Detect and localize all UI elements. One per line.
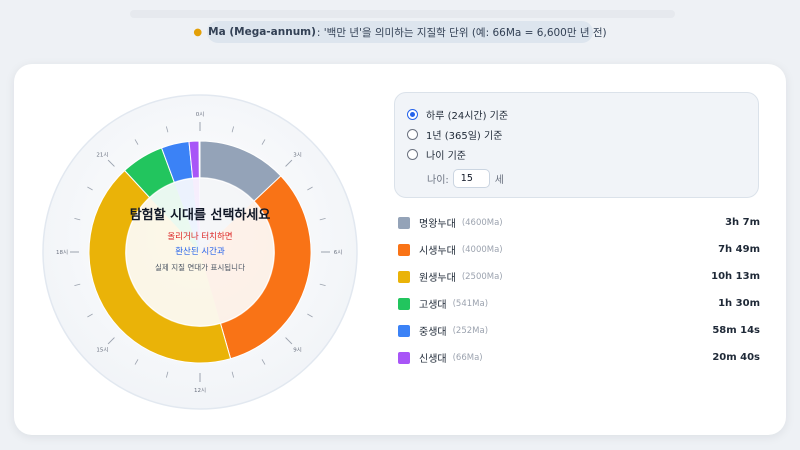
era-swatch [398,216,410,229]
era-ma: (4600Ma) [461,217,503,228]
era-name: 중생대 [419,327,447,338]
era-swatch [398,243,410,256]
dial-hour-label: 6시 [334,250,343,256]
era-ma: (2500Ma) [461,271,503,282]
era-duration: 10h 13m [711,271,760,282]
top-strip [130,10,675,18]
era-ma: (4000Ma) [461,244,503,255]
era-name: 신생대 [419,354,447,365]
option-age-label: 나이 기준 [426,150,466,162]
dial-hour-label: 0시 [196,112,205,118]
era-swatch [398,351,410,364]
era-row[interactable]: 원생누대 (2500Ma) 10h 13m [398,263,760,290]
radio-day[interactable] [407,108,418,120]
era-name: 명왕누대 [419,219,456,230]
dial-hour-label: 15시 [96,348,108,354]
dial-hour-label: 9시 [293,348,302,354]
option-day[interactable]: 하루 (24시간) 기준 [407,104,746,124]
option-day-label: 하루 (24시간) 기준 [426,110,509,122]
era-legend: 명왕누대 (4600Ma) 3h 7m 시생누대 (4000Ma) 7h 49m… [398,209,760,371]
dial-center-hint-red: 올리거나 터치하면 [167,232,233,242]
era-ma: (66Ma) [452,352,483,363]
era-row[interactable]: 명왕누대 (4600Ma) 3h 7m [398,209,760,236]
age-row: 나이: 세 [427,169,746,188]
clock-dial[interactable]: 0시 3시 6시 9시 12시 15시 18시 21시 탐험할 시대를 선택하세요 올리거나 … [42,94,358,410]
era-ma: (252Ma) [452,325,489,336]
era-duration: 7h 49m [718,244,760,255]
era-row[interactable]: 신생대 (66Ma) 20m 40s [398,344,760,371]
option-year-label: 1년 (365일) 기준 [426,130,503,142]
dial-hour-label: 21시 [96,152,108,158]
era-swatch [398,324,410,337]
option-age[interactable]: 나이 기준 [407,144,746,164]
age-unit: 세 [494,175,504,186]
era-swatch [398,297,410,310]
lightbulb-icon: ● [193,26,203,38]
era-ma: (541Ma) [452,298,489,309]
era-name: 고생대 [419,300,447,311]
era-row[interactable]: 시생누대 (4000Ma) 7h 49m [398,236,760,263]
dial-hour-label: 3시 [293,152,302,158]
era-duration: 58m 14s [712,325,760,336]
main-card: 0시 3시 6시 9시 12시 15시 18시 21시 탐험할 시대를 선택하세요 올리거나 … [14,64,786,435]
radio-age[interactable] [407,148,418,160]
basis-options-panel: 하루 (24시간) 기준 1년 (365일) 기준 나이 기준 나이: 세 [394,92,759,198]
dial-hour-label: 18시 [56,250,68,256]
era-name: 원생누대 [419,273,456,284]
era-row[interactable]: 고생대 (541Ma) 1h 30m [398,290,760,317]
era-duration: 3h 7m [725,217,760,228]
dial-center-text: 탐험할 시대를 선택하세요 올리거나 터치하면 환산된 시간과 실제 지질 연대… [120,204,280,273]
age-input[interactable] [452,169,490,188]
dial-center-title: 탐험할 시대를 선택하세요 [129,208,271,223]
info-term: Ma (Mega-annum) [208,26,316,38]
era-duration: 1h 30m [718,298,760,309]
era-name: 시생누대 [419,246,456,257]
dial-center-hint-grey: 실제 지질 연대가 표시됩니다 [155,263,245,272]
era-duration: 20m 40s [712,352,760,363]
dial-hour-label: 12시 [194,388,206,394]
age-label: 나이: [427,175,449,186]
option-year[interactable]: 1년 (365일) 기준 [407,124,746,144]
radio-year[interactable] [407,128,418,140]
info-description: : '백만 년'을 의미하는 지질학 단위 (예: 66Ma = 6,600만 … [316,26,607,39]
dial-center-hint-blue: 환산된 시간과 [175,247,225,257]
info-banner: ● Ma (Mega-annum) : '백만 년'을 의미하는 지질학 단위 … [193,21,607,43]
era-swatch [398,270,410,283]
era-row[interactable]: 중생대 (252Ma) 58m 14s [398,317,760,344]
